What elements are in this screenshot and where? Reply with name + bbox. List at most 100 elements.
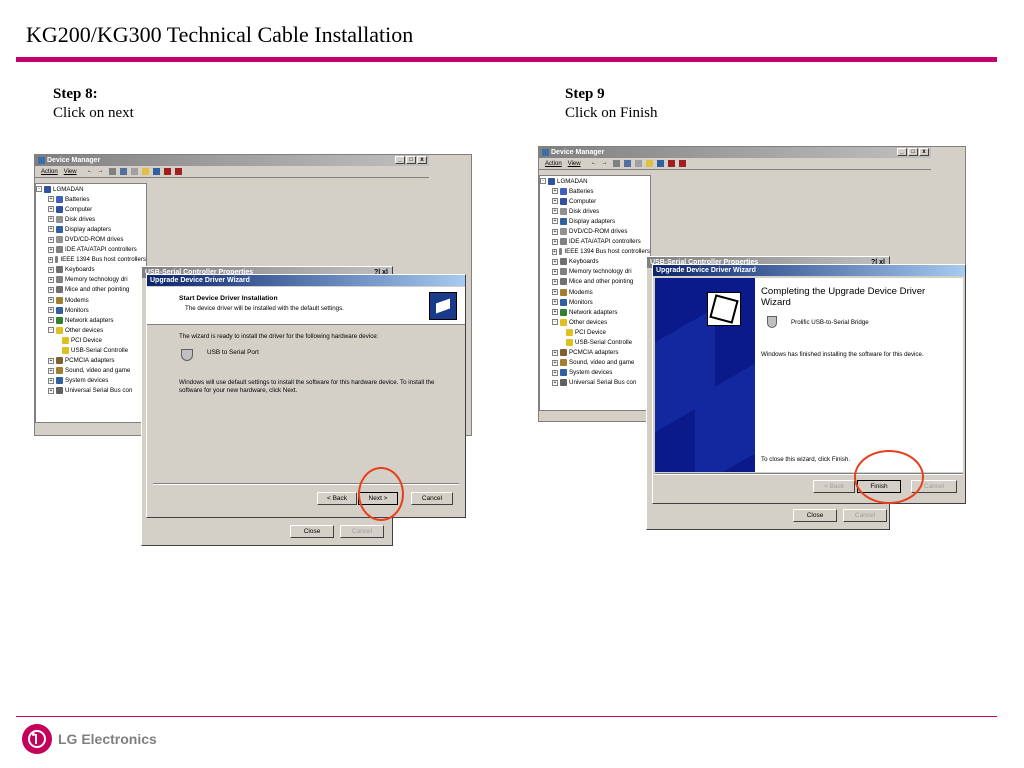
properties-icon[interactable]	[612, 160, 620, 167]
tree-item[interactable]: USB-Serial Controlle	[540, 338, 650, 348]
tree-item[interactable]: + Modems	[540, 287, 650, 297]
expand-icon[interactable]: +	[48, 196, 54, 203]
expand-icon[interactable]: +	[552, 188, 558, 195]
tree-item[interactable]: + System devices	[36, 376, 146, 386]
maximize-button[interactable]: □	[406, 156, 416, 164]
back-button[interactable]: < Back	[317, 492, 357, 505]
expand-icon[interactable]: +	[552, 289, 558, 296]
expand-icon[interactable]: +	[552, 369, 558, 376]
expand-icon[interactable]: +	[48, 276, 54, 283]
expand-icon[interactable]: +	[48, 226, 54, 233]
expand-icon[interactable]: +	[48, 357, 54, 364]
tree-item[interactable]: + Memory technology dri	[540, 267, 650, 277]
tree-item[interactable]: + IDE ATA/ATAPI controllers	[36, 245, 146, 255]
menu-action[interactable]: Action	[545, 161, 562, 167]
tree-item[interactable]: + Sound, video and game	[36, 366, 146, 376]
expand-icon[interactable]: +	[48, 236, 54, 243]
expand-icon[interactable]: +	[48, 206, 54, 213]
tree-item[interactable]: + IEEE 1394 Bus host controllers	[540, 247, 650, 257]
tree-item[interactable]: + Network adapters	[540, 307, 650, 317]
collapse-icon[interactable]: -	[48, 327, 54, 334]
minimize-button[interactable]: _	[897, 148, 907, 156]
expand-icon[interactable]: +	[552, 238, 558, 245]
cancel-button[interactable]: Cancel	[340, 525, 384, 538]
expand-icon[interactable]: +	[48, 367, 54, 374]
device-tree[interactable]: - LGMADAN + Batteries + Computer + Disk drives +…	[539, 175, 651, 411]
uninstall-icon[interactable]	[667, 160, 675, 167]
expand-icon[interactable]: +	[552, 268, 558, 275]
tree-item[interactable]: PCI Device	[540, 327, 650, 337]
help-icon[interactable]	[645, 160, 653, 167]
expand-icon[interactable]: +	[552, 349, 558, 356]
expand-icon[interactable]: +	[552, 258, 558, 265]
collapse-icon[interactable]: -	[552, 319, 558, 326]
expand-icon[interactable]: +	[48, 377, 54, 384]
tree-item[interactable]: + Universal Serial Bus con	[540, 378, 650, 388]
expand-icon[interactable]: +	[552, 278, 558, 285]
details-icon[interactable]	[623, 160, 631, 167]
expand-icon[interactable]: +	[552, 299, 558, 306]
tree-item[interactable]: + Mice and other pointing	[36, 285, 146, 295]
close-button[interactable]: x	[417, 156, 427, 164]
tree-item[interactable]: + Network adapters	[36, 315, 146, 325]
tree-item[interactable]: + Batteries	[540, 186, 650, 196]
menu-action[interactable]: Action	[41, 169, 58, 175]
expand-icon[interactable]: +	[48, 266, 54, 273]
expand-icon[interactable]: +	[552, 248, 557, 255]
close-button[interactable]: x	[919, 148, 929, 156]
tree-item[interactable]: + Monitors	[36, 305, 146, 315]
tree-item[interactable]: + Computer	[540, 196, 650, 206]
tree-item[interactable]: + Keyboards	[540, 257, 650, 267]
tree-item[interactable]: - Other devices	[540, 317, 650, 327]
tree-item[interactable]: + Sound, video and game	[540, 358, 650, 368]
tree-item[interactable]: + Modems	[36, 295, 146, 305]
scan-icon[interactable]	[656, 160, 664, 167]
back-button[interactable]: < Back	[813, 480, 855, 493]
expand-icon[interactable]: +	[552, 359, 558, 366]
tree-item[interactable]: + DVD/CD-ROM drives	[36, 234, 146, 244]
print-icon[interactable]	[130, 168, 138, 175]
cancel-button[interactable]: Cancel	[411, 492, 453, 505]
tree-item[interactable]: + Keyboards	[36, 265, 146, 275]
tree-item[interactable]: PCI Device	[36, 335, 146, 345]
tree-item[interactable]: + IEEE 1394 Bus host controllers	[36, 255, 146, 265]
close-button[interactable]: Close	[793, 509, 837, 522]
tree-root[interactable]: - LGMADAN	[540, 176, 650, 186]
expand-icon[interactable]: +	[48, 297, 54, 304]
tree-item[interactable]: - Other devices	[36, 325, 146, 335]
print-icon[interactable]	[634, 160, 642, 167]
uninstall-icon[interactable]	[163, 168, 171, 175]
help-icon[interactable]	[141, 168, 149, 175]
expand-icon[interactable]: +	[48, 387, 54, 394]
back-arrow-icon[interactable]: ←	[87, 168, 94, 175]
tree-item[interactable]: + Disk drives	[540, 206, 650, 216]
expand-icon[interactable]: +	[552, 379, 558, 386]
tree-item[interactable]: + PCMCIA adapters	[36, 356, 146, 366]
tree-item[interactable]: + Display adapters	[36, 224, 146, 234]
tree-item[interactable]: + Memory technology dri	[36, 275, 146, 285]
back-arrow-icon[interactable]: ←	[591, 160, 598, 167]
close-button[interactable]: Close	[290, 525, 334, 538]
disable-icon[interactable]	[174, 168, 182, 175]
tree-item[interactable]: + PCMCIA adapters	[540, 348, 650, 358]
tree-item[interactable]: + Disk drives	[36, 214, 146, 224]
cancel-button[interactable]: Cancel	[843, 509, 887, 522]
expand-icon[interactable]: +	[48, 216, 54, 223]
tree-item[interactable]: + System devices	[540, 368, 650, 378]
expand-icon[interactable]: +	[552, 228, 558, 235]
tree-item[interactable]: + IDE ATA/ATAPI controllers	[540, 237, 650, 247]
details-icon[interactable]	[119, 168, 127, 175]
tree-root[interactable]: - LGMADAN	[36, 184, 146, 194]
tree-item[interactable]: + Computer	[36, 204, 146, 214]
scan-icon[interactable]	[152, 168, 160, 175]
maximize-button[interactable]: □	[908, 148, 918, 156]
collapse-icon[interactable]: -	[36, 186, 42, 193]
expand-icon[interactable]: +	[48, 317, 54, 324]
tree-item[interactable]: + Universal Serial Bus con	[36, 386, 146, 396]
forward-arrow-icon[interactable]: →	[98, 168, 105, 175]
expand-icon[interactable]: +	[552, 208, 558, 215]
expand-icon[interactable]: +	[552, 218, 558, 225]
minimize-button[interactable]: _	[395, 156, 405, 164]
forward-arrow-icon[interactable]: →	[602, 160, 609, 167]
expand-icon[interactable]: +	[48, 246, 54, 253]
